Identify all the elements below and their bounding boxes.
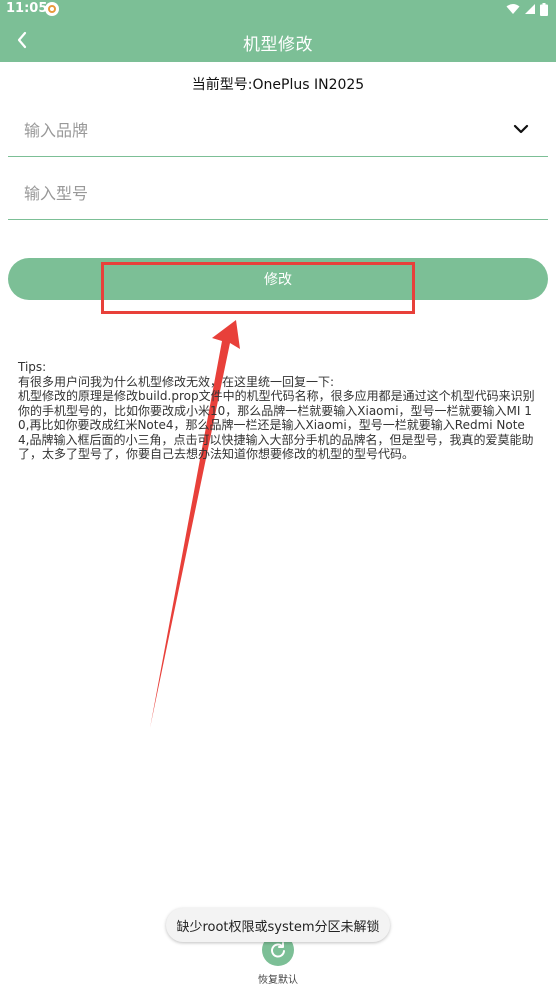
status-icons [506, 2, 548, 16]
toast-message: 缺少root权限或system分区未解锁 [166, 908, 390, 942]
brand-field-row [8, 104, 548, 157]
wifi-icon [506, 4, 520, 14]
restore-icon [271, 942, 285, 958]
app-bar: 机型修改 [0, 18, 556, 62]
modify-button[interactable]: 修改 [8, 258, 548, 300]
tips-section: Tips: 有很多用户问我为什么机型修改无效，在这里统一回复一下: 机型修改的原… [18, 360, 538, 462]
tips-body: 有很多用户问我为什么机型修改无效，在这里统一回复一下: 机型修改的原理是修改bu… [18, 374, 535, 462]
restore-default-label[interactable]: 恢复默认 [0, 971, 556, 986]
brand-input[interactable] [24, 118, 494, 142]
tips-label: Tips: [18, 360, 47, 374]
current-model-text: 当前型号:OnePlus IN2025 [191, 77, 365, 93]
battery-icon [540, 2, 548, 16]
app-notification-icon [45, 2, 59, 16]
page-title: 机型修改 [243, 35, 313, 55]
chevron-down-icon[interactable] [512, 120, 530, 138]
signal-icon [525, 4, 535, 14]
model-field-row [8, 168, 548, 220]
model-input[interactable] [24, 181, 524, 205]
status-time: 11:05 [6, 1, 48, 16]
status-bar: 11:05 [0, 0, 556, 18]
